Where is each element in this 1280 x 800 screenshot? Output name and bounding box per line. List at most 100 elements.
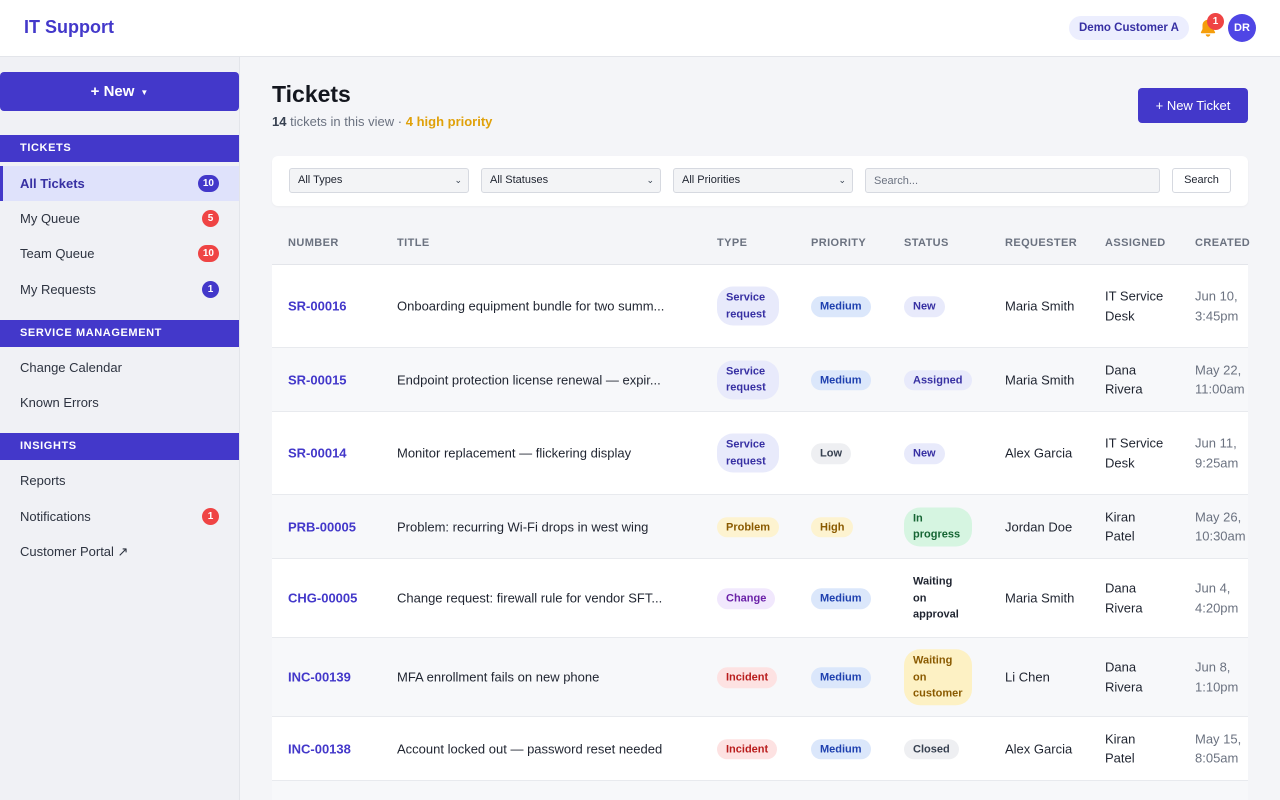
requester-name: Maria Smith xyxy=(1005,590,1075,606)
ticket-title: Onboarding equipment bundle for two summ… xyxy=(397,298,665,314)
ticket-number-link[interactable]: SR-00016 xyxy=(288,296,347,316)
type-filter-select[interactable]: All Types ⌄ xyxy=(289,168,469,193)
section-header-insights: INSIGHTS xyxy=(0,433,239,460)
table-row[interactable]: SR-00015 Endpoint protection license ren… xyxy=(272,348,1248,412)
created-date: May 22, 11:00am xyxy=(1195,362,1245,397)
created-date: Jun 8, 1:10pm xyxy=(1195,659,1239,695)
column-header-type[interactable]: TYPE xyxy=(717,237,747,249)
requester-name: Li Chen xyxy=(1005,669,1050,685)
column-header-number[interactable]: NUMBER xyxy=(288,237,339,249)
notification-count-badge: 1 xyxy=(1207,13,1224,30)
table-row[interactable]: INC-00139 MFA enrollment fails on new ph… xyxy=(272,638,1248,717)
sidebar-item-label: Team Queue xyxy=(20,246,95,261)
new-button-label: + New xyxy=(90,83,135,100)
priority-label: Medium xyxy=(811,296,871,317)
count-badge: 1 xyxy=(202,281,219,298)
priority-label: Medium xyxy=(811,667,871,688)
sidebar-item-reports[interactable]: Reports xyxy=(0,463,239,498)
subtitle-text: tickets in this view xyxy=(290,114,395,129)
table-row[interactable]: SR-00014 Monitor replacement — flickerin… xyxy=(272,412,1248,495)
priority-label: High xyxy=(811,516,854,538)
page-title: Tickets xyxy=(272,81,351,107)
type-label: Service request xyxy=(717,286,779,326)
ticket-number-link[interactable]: PRB-00005 xyxy=(288,517,356,537)
priority-pill: Medium xyxy=(811,666,871,688)
user-avatar[interactable]: DR xyxy=(1228,14,1256,42)
assignee-name: Dana Rivera xyxy=(1105,580,1143,616)
table-row[interactable]: SR-00016 Onboarding equipment bundle for… xyxy=(272,265,1248,348)
chevron-down-icon: ⌄ xyxy=(646,175,654,185)
sidebar-item-label: Reports xyxy=(20,473,66,488)
status-label: Assigned xyxy=(904,369,972,391)
sidebar-item-my-requests[interactable]: My Requests 1 xyxy=(0,272,239,307)
ticket-number-link[interactable]: INC-00139 xyxy=(288,667,351,687)
status-pill: New xyxy=(904,442,945,464)
sidebar-item-label: All Tickets xyxy=(20,176,85,191)
priority-pill: Low xyxy=(811,442,851,464)
search-button[interactable]: Search xyxy=(1172,168,1231,193)
ticket-number-link[interactable]: SR-00015 xyxy=(288,370,347,390)
priority-label: Medium xyxy=(811,369,871,391)
sidebar-item-my-queue[interactable]: My Queue 5 xyxy=(0,201,239,236)
high-priority-count[interactable]: 4 high priority xyxy=(406,114,493,129)
table-row[interactable] xyxy=(272,781,1248,800)
ticket-number-link[interactable]: SR-00014 xyxy=(288,443,347,463)
requester-name: Maria Smith xyxy=(1005,371,1075,387)
chevron-down-icon: ⌄ xyxy=(838,175,846,185)
search-input[interactable] xyxy=(865,168,1160,193)
type-label: Change xyxy=(717,588,776,609)
ticket-title: Change request: firewall rule for vendor… xyxy=(397,590,663,606)
priority-pill: Medium xyxy=(811,738,871,760)
column-header-title[interactable]: TITLE xyxy=(397,237,430,249)
status-label: New xyxy=(904,296,945,317)
priority-filter-value: All Priorities xyxy=(682,174,741,186)
assignee-name: Kiran Patel xyxy=(1105,731,1136,766)
ticket-title: Account locked out — password reset need… xyxy=(397,740,663,756)
status-filter-value: All Statuses xyxy=(490,174,549,186)
status-filter-select[interactable]: All Statuses ⌄ xyxy=(481,168,661,193)
column-header-requester[interactable]: REQUESTER xyxy=(1005,237,1077,249)
priority-pill: Medium xyxy=(811,587,871,609)
new-ticket-button[interactable]: + New Ticket xyxy=(1138,88,1248,123)
new-button[interactable]: + New ▼ xyxy=(0,72,239,111)
table-row[interactable]: PRB-00005 Problem: recurring Wi-Fi drops… xyxy=(272,495,1248,559)
status-pill: Waiting on customer xyxy=(904,649,972,705)
top-bar: IT Support Demo Customer A 1 DR xyxy=(0,0,1280,57)
sidebar-item-change-calendar[interactable]: Change Calendar xyxy=(0,350,239,385)
created-date: Jun 11, 9:25am xyxy=(1195,435,1239,471)
count-badge: 1 xyxy=(202,508,219,525)
status-pill: Assigned xyxy=(904,369,972,391)
section-header-tickets: TICKETS xyxy=(0,135,239,162)
sidebar-item-all-tickets[interactable]: All Tickets 10 xyxy=(0,166,239,201)
sidebar-item-known-errors[interactable]: Known Errors xyxy=(0,385,239,420)
column-header-assigned[interactable]: ASSIGNED xyxy=(1105,237,1166,249)
sidebar-item-customer-portal[interactable]: Customer Portal ↗ xyxy=(0,534,239,569)
sidebar-item-label: My Requests xyxy=(20,282,96,297)
ticket-count: 14 xyxy=(272,114,287,129)
table-row[interactable]: CHG-00005 Change request: firewall rule … xyxy=(272,559,1248,638)
priority-filter-select[interactable]: All Priorities ⌄ xyxy=(673,168,853,193)
column-header-priority[interactable]: PRIORITY xyxy=(811,237,866,249)
status-pill: Waiting on approval xyxy=(904,570,970,626)
column-header-status[interactable]: STATUS xyxy=(904,237,949,249)
sidebar-item-notifications[interactable]: Notifications 1 xyxy=(0,499,239,534)
column-header-created[interactable]: CREATED xyxy=(1195,237,1250,249)
table-row[interactable]: INC-00138 Account locked out — password … xyxy=(272,717,1248,781)
ticket-number-link[interactable]: CHG-00005 xyxy=(288,588,357,608)
status-pill: Closed xyxy=(904,738,959,760)
assignee-name: Dana Rivera xyxy=(1105,659,1143,695)
priority-label: Medium xyxy=(811,588,871,609)
count-badge: 10 xyxy=(197,175,219,192)
created-date: Jun 10, 3:45pm xyxy=(1195,288,1239,324)
filter-bar: All Types ⌄ All Statuses ⌄ All Prioritie… xyxy=(272,156,1248,206)
tenant-badge[interactable]: Demo Customer A xyxy=(1069,16,1189,40)
priority-label: Low xyxy=(811,443,851,464)
created-date: May 15, 8:05am xyxy=(1195,731,1242,766)
type-pill: Service request xyxy=(717,286,779,326)
sidebar-item-team-queue[interactable]: Team Queue 10 xyxy=(0,236,239,271)
type-label: Problem xyxy=(717,516,780,538)
ticket-number-link[interactable]: INC-00138 xyxy=(288,739,351,759)
sidebar-item-label: My Queue xyxy=(20,211,80,226)
sidebar: + New ▼ TICKETS All Tickets 10 My Queue 5… xyxy=(0,57,240,800)
app-brand[interactable]: IT Support xyxy=(24,17,114,38)
